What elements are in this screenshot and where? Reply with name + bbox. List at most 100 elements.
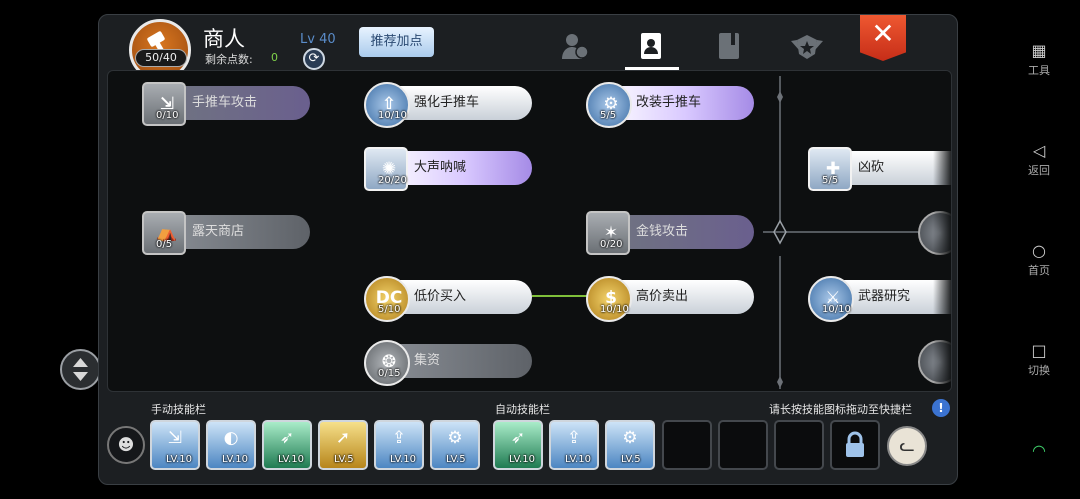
slot-level: LV.10: [278, 454, 304, 465]
slot-level: LV.10: [222, 454, 248, 465]
robot-skill-icon: ⚙: [622, 428, 638, 448]
swing-skill-icon: ◐: [223, 428, 239, 448]
info-icon[interactable]: !: [932, 399, 950, 417]
fade-edge: [933, 71, 951, 391]
skill-level: 5/5: [822, 175, 839, 186]
skill-node[interactable]: 手推车攻击 ⇲ 0/10: [142, 82, 312, 126]
tab-book[interactable]: [701, 23, 757, 69]
manual-bar-label: 手动技能栏: [151, 403, 206, 416]
strike-skill-icon: ➶: [279, 428, 295, 448]
skill-node[interactable]: 凶砍 ✚ 5/5: [808, 147, 951, 191]
emblem-icon: [791, 35, 823, 59]
burst-skill-icon: ⇪: [391, 428, 407, 448]
skill-points-label: 剩余点数:: [205, 53, 253, 66]
cart-upgrade-icon: ⇧: [364, 82, 410, 128]
skill-points-value: 0: [271, 51, 278, 64]
tab-emblem[interactable]: [779, 23, 835, 69]
sp-badge: 50/40: [135, 49, 187, 67]
burst-skill-icon: ⇪: [566, 428, 582, 448]
nav-tools[interactable]: ▦ 工具: [1018, 40, 1060, 78]
lock-icon: [846, 431, 864, 457]
profile-icon: [562, 34, 589, 59]
nav-switch-label: 切换: [1028, 364, 1050, 377]
class-name: 商人: [203, 27, 245, 51]
slot-level: LV.5: [334, 454, 354, 465]
auto-slot-empty[interactable]: [774, 420, 824, 470]
fundraise-icon: ❂: [364, 340, 410, 386]
auto-slot-empty[interactable]: [662, 420, 712, 470]
auto-slot-empty[interactable]: [718, 420, 768, 470]
skill-level: 20/20: [378, 175, 407, 186]
manual-slot[interactable]: ⚙ LV.5: [430, 420, 480, 470]
skill-node[interactable]: 改装手推车 ⚙ 5/5: [586, 82, 756, 128]
skill-node[interactable]: 金钱攻击 ✶ 0/20: [586, 211, 756, 255]
skill-level: 10/10: [378, 110, 407, 121]
reset-skills-button[interactable]: ⟳: [303, 48, 325, 70]
skill-tree: 手推车攻击 ⇲ 0/10 露天商店 ⛺ 0/5 强化手推车 ⇧ 10/10 大声…: [107, 70, 952, 392]
slot-level: LV.5: [446, 454, 466, 465]
skill-level: 10/10: [822, 304, 851, 315]
slot-level: LV.10: [565, 454, 591, 465]
home-circle-icon: ○: [1032, 241, 1046, 260]
back-triangle-icon: ◁: [1032, 141, 1046, 160]
cart-modify-icon: ⚙: [586, 82, 632, 128]
manual-slot[interactable]: ➶ LV.10: [262, 420, 312, 470]
auto-slot[interactable]: ⇪ LV.10: [549, 420, 599, 470]
weapon-research-icon: ⚔: [808, 276, 854, 322]
manual-slot[interactable]: ◐ LV.10: [206, 420, 256, 470]
gold-skill-icon: ➚: [335, 428, 351, 448]
header: 50/40 商人 剩余点数: 0 Lv 40 ⟳ 推荐加点 ✕: [99, 15, 957, 81]
nav-back[interactable]: ◁ 返回: [1018, 140, 1060, 178]
manual-slot[interactable]: ⇲ LV.10: [150, 420, 200, 470]
emote-face-icon[interactable]: ☻: [107, 426, 145, 464]
skill-level: 0/10: [156, 110, 179, 121]
up-down-arrow-icon: [73, 358, 88, 381]
cat-pet-icon[interactable]: ᓚ: [887, 426, 927, 466]
nav-tools-label: 工具: [1028, 64, 1050, 77]
auto-slot-locked[interactable]: [830, 420, 880, 470]
manual-slot[interactable]: ➚ LV.5: [318, 420, 368, 470]
recommend-points-button[interactable]: 推荐加点: [359, 27, 434, 57]
skill-level: 5/10: [378, 304, 401, 315]
slot-level: LV.10: [509, 454, 535, 465]
skill-node[interactable]: 集资 ❂ 0/15: [364, 340, 534, 386]
drag-hint: 请长按技能图标拖动至快捷栏: [769, 403, 912, 416]
nav-home[interactable]: ○ 首页: [1018, 240, 1060, 278]
auto-bar-label: 自动技能栏: [495, 403, 550, 416]
auto-slot[interactable]: ➶ LV.10: [493, 420, 543, 470]
refresh-icon: ⟳: [308, 51, 320, 66]
nav-switch[interactable]: □ 切换: [1018, 340, 1060, 378]
skill-node[interactable]: 露天商店 ⛺ 0/5: [142, 211, 312, 255]
skill-node[interactable]: 低价买入 DC 5/10: [364, 276, 534, 322]
skill-level: 0/5: [156, 239, 173, 250]
level-label: Lv 40: [300, 32, 336, 47]
grid-icon: ▦: [1031, 41, 1047, 60]
slot-level: LV.5: [621, 454, 641, 465]
scroll-toggle-button[interactable]: [60, 349, 101, 390]
slot-level: LV.10: [390, 454, 416, 465]
switch-square-icon: □: [1031, 341, 1047, 360]
skill-level: 5/5: [600, 110, 617, 121]
auto-slot[interactable]: ⚙ LV.5: [605, 420, 655, 470]
skill-level: 0/20: [600, 239, 623, 250]
discount-icon: DC: [364, 276, 410, 322]
tab-profile[interactable]: [547, 23, 603, 69]
skill-node[interactable]: 强化手推车 ⇧ 10/10: [364, 82, 534, 128]
skill-node[interactable]: 武器研究 ⚔ 10/10: [808, 276, 951, 322]
skill-window: 50/40 商人 剩余点数: 0 Lv 40 ⟳ 推荐加点 ✕ 手推车攻击 ⇲ …: [98, 14, 958, 485]
skill-level: 0/15: [378, 368, 401, 379]
skill-level: 10/10: [600, 304, 629, 315]
manual-slot[interactable]: ⇪ LV.10: [374, 420, 424, 470]
nav-home-label: 首页: [1028, 264, 1050, 277]
strike-skill-icon: ➶: [510, 428, 526, 448]
skill-node[interactable]: 高价卖出 $ 10/10: [586, 276, 756, 322]
wifi-icon: ◠: [1032, 441, 1046, 460]
skill-book-icon: [641, 33, 661, 59]
skill-quickbars: 手动技能栏 自动技能栏 请长按技能图标拖动至快捷栏 ! ☻ ⇲ LV.10 ◐ LV…: [99, 395, 957, 484]
nav-back-label: 返回: [1028, 164, 1050, 177]
tab-skills[interactable]: [623, 23, 679, 69]
skill-node[interactable]: 大声呐喊 ✺ 20/20: [364, 147, 534, 191]
close-button[interactable]: ✕: [860, 15, 906, 61]
dollar-icon: $: [586, 276, 632, 322]
robot-skill-icon: ⚙: [447, 428, 463, 448]
